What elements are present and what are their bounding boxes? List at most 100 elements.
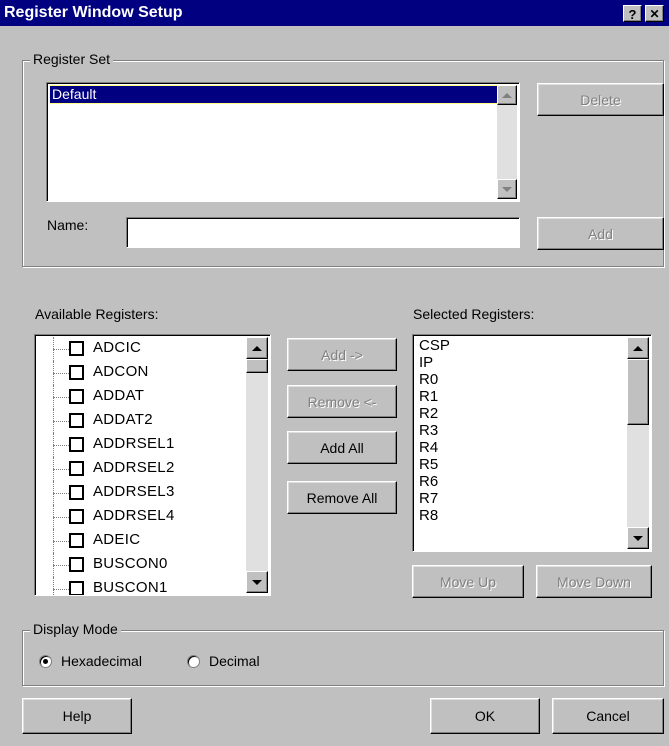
available-register-item[interactable]: BUSCON1 [37, 577, 247, 596]
arrow-up-icon [633, 345, 643, 351]
arrow-down-icon [502, 186, 512, 192]
move-up-button[interactable]: Move Up [412, 565, 524, 598]
selected-register-item[interactable]: R1 [415, 388, 625, 405]
name-field[interactable] [126, 217, 520, 248]
selected-registers-items: CSP IP R0 R1 R2 R3 R4 R5 R6 R7 R8 [415, 337, 625, 524]
available-registers-items: ADCIC ADCON ADDAT ADDAT2 ADDRSEL1 ADDRSEL2 ADD… [37, 337, 247, 596]
available-register-item[interactable]: ADDRSEL2 [37, 457, 247, 481]
tree-branch [53, 421, 69, 422]
checkbox-icon[interactable] [69, 341, 84, 356]
hexadecimal-radio[interactable]: Hexadecimal [37, 653, 177, 671]
selected-scrollbar[interactable] [627, 337, 649, 549]
checkbox-icon[interactable] [69, 365, 84, 380]
scroll-up-button[interactable] [246, 337, 268, 359]
available-register-item[interactable]: BUSCON0 [37, 553, 247, 577]
cancel-button[interactable]: Cancel [552, 698, 664, 734]
scroll-thumb[interactable] [246, 359, 268, 373]
selected-register-item[interactable]: R2 [415, 405, 625, 422]
scroll-down-button[interactable] [246, 571, 268, 593]
selected-register-item[interactable]: R3 [415, 422, 625, 439]
available-register-label: ADEIC [93, 531, 141, 548]
display-mode-group-label: Display Mode [30, 621, 121, 637]
selected-register-item[interactable]: R6 [415, 473, 625, 490]
register-set-scrollbar[interactable] [497, 85, 517, 199]
scroll-up-button[interactable] [497, 85, 517, 105]
title-bar: Register Window Setup ? ✕ [0, 0, 669, 26]
tree-branch [53, 493, 69, 494]
add-register-button[interactable]: Add -> [287, 338, 397, 371]
selected-register-item[interactable]: R5 [415, 456, 625, 473]
available-register-item[interactable]: ADCON [37, 361, 247, 385]
tree-branch [53, 565, 69, 566]
arrow-up-icon [502, 92, 512, 98]
add-button[interactable]: Add [537, 217, 664, 250]
tree-branch [53, 445, 69, 446]
ok-button[interactable]: OK [430, 698, 540, 734]
help-icon[interactable]: ? [623, 5, 642, 22]
selected-register-item[interactable]: R8 [415, 507, 625, 524]
checkbox-icon[interactable] [69, 581, 84, 595]
checkbox-icon[interactable] [69, 509, 84, 524]
decimal-label: Decimal [209, 653, 260, 669]
available-register-label: ADDAT [93, 387, 145, 404]
remove-all-button[interactable]: Remove All [287, 481, 397, 514]
selected-register-item[interactable]: CSP [415, 337, 625, 354]
available-register-label: ADCIC [93, 339, 142, 356]
tree-line [53, 577, 54, 595]
selected-registers-label: Selected Registers: [413, 306, 535, 322]
available-register-label: ADDAT2 [93, 411, 153, 428]
remove-register-button[interactable]: Remove <- [287, 385, 397, 418]
tree-branch [53, 397, 69, 398]
checkbox-icon[interactable] [69, 557, 84, 572]
scroll-thumb[interactable] [627, 359, 649, 425]
available-register-label: ADDRSEL2 [93, 459, 175, 476]
arrow-down-icon [633, 535, 643, 541]
register-set-list[interactable]: Default [46, 82, 520, 202]
register-set-item-default[interactable]: Default [49, 85, 501, 104]
scroll-up-button[interactable] [627, 337, 649, 359]
selected-register-item[interactable]: IP [415, 354, 625, 371]
available-registers-tree[interactable]: ADCIC ADCON ADDAT ADDAT2 ADDRSEL1 ADDRSEL2 ADD… [34, 334, 271, 596]
available-register-item[interactable]: ADDRSEL4 [37, 505, 247, 529]
tree-branch [53, 517, 69, 518]
scroll-down-button[interactable] [497, 179, 517, 199]
name-label: Name: [47, 217, 89, 233]
selected-register-item[interactable]: R4 [415, 439, 625, 456]
available-register-label: BUSCON0 [93, 555, 168, 572]
move-down-button[interactable]: Move Down [536, 565, 652, 598]
register-set-group-label: Register Set [30, 51, 114, 67]
checkbox-icon[interactable] [69, 389, 84, 404]
close-icon[interactable]: ✕ [645, 5, 664, 22]
checkbox-icon[interactable] [69, 485, 84, 500]
available-register-item[interactable]: ADDRSEL1 [37, 433, 247, 457]
checkbox-icon[interactable] [69, 533, 84, 548]
scroll-down-button[interactable] [627, 527, 649, 549]
checkbox-icon[interactable] [69, 413, 84, 428]
decimal-radio[interactable]: Decimal [185, 653, 285, 671]
checkbox-icon[interactable] [69, 437, 84, 452]
available-register-item[interactable]: ADDRSEL3 [37, 481, 247, 505]
available-register-label: ADDRSEL4 [93, 507, 175, 524]
radio-unselected-icon [187, 655, 200, 668]
available-register-label: BUSCON1 [93, 579, 168, 596]
radio-selected-icon [39, 655, 52, 668]
arrow-down-icon [252, 579, 262, 585]
selected-register-item[interactable]: R0 [415, 371, 625, 388]
help-button[interactable]: Help [22, 698, 132, 734]
selected-registers-list[interactable]: CSP IP R0 R1 R2 R3 R4 R5 R6 R7 R8 [412, 334, 652, 552]
available-register-label: ADDRSEL3 [93, 483, 175, 500]
available-register-item[interactable]: ADDAT2 [37, 409, 247, 433]
hexadecimal-label: Hexadecimal [61, 653, 142, 669]
available-register-item[interactable]: ADEIC [37, 529, 247, 553]
delete-button[interactable]: Delete [537, 83, 664, 116]
add-all-button[interactable]: Add All [287, 431, 397, 464]
available-register-item[interactable]: ADDAT [37, 385, 247, 409]
available-register-item[interactable]: ADCIC [37, 337, 247, 361]
available-register-label: ADCON [93, 363, 149, 380]
tree-branch [53, 589, 69, 590]
checkbox-icon[interactable] [69, 461, 84, 476]
selected-register-item[interactable]: R7 [415, 490, 625, 507]
available-scrollbar[interactable] [246, 337, 268, 593]
tree-branch [53, 541, 69, 542]
window-title: Register Window Setup [4, 4, 183, 21]
